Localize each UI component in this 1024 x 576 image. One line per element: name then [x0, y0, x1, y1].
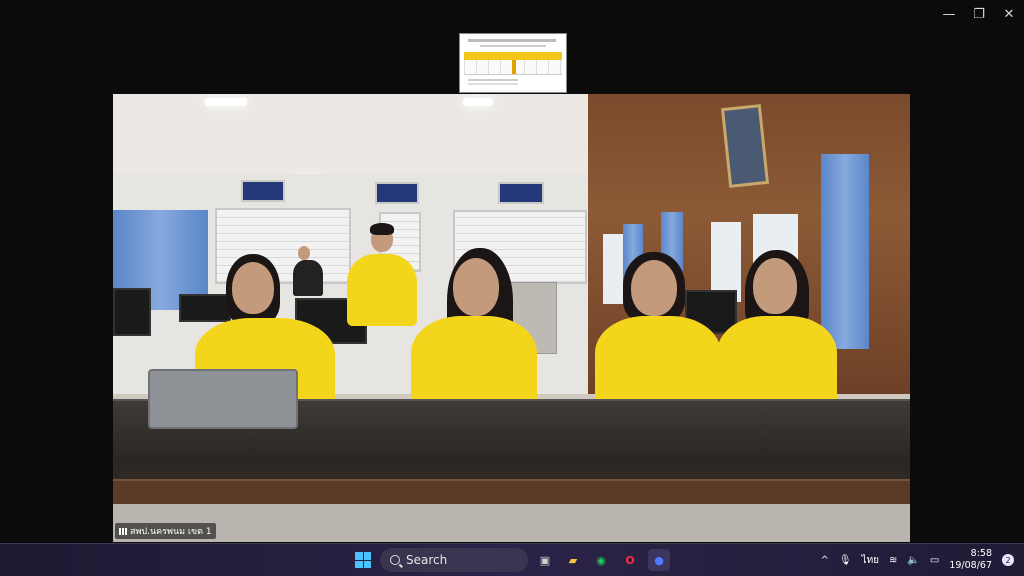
clock-date: 19/08/67	[949, 560, 992, 571]
window	[603, 234, 623, 304]
main-video-feed[interactable]: สพป.นครพนม เขต 1	[113, 94, 910, 542]
curtain	[821, 154, 869, 349]
system-tray: ^ 🎙 ไทย ≋ 🔈 ▭ 8:58 19/08/67 2	[820, 544, 1024, 576]
taskbar: Search ▣ ▰ ◉ O ● ^ 🎙 ไทย ≋ 🔈 ▭ 8:58 19/0…	[0, 543, 1024, 576]
window-controls: — ❐ ✕	[934, 0, 1024, 28]
floor-foreground	[113, 504, 910, 542]
input-language[interactable]: ไทย	[862, 553, 879, 568]
search-box[interactable]: Search	[380, 548, 528, 572]
wifi-icon[interactable]: ≋	[889, 555, 897, 566]
volume-icon[interactable]: 🔈	[907, 555, 919, 566]
wall-plaque	[375, 182, 419, 204]
file-explorer-icon[interactable]: ▰	[562, 549, 584, 571]
task-view-icon[interactable]: ▣	[534, 549, 556, 571]
search-label: Search	[406, 553, 448, 567]
opera-browser-icon[interactable]: O	[619, 549, 641, 571]
meeting-app-icon[interactable]: ●	[648, 549, 670, 571]
line-app-icon[interactable]: ◉	[590, 549, 612, 571]
table-highlight-column	[512, 60, 516, 74]
computer-monitor	[179, 294, 231, 322]
participant-name: สพป.นครพนม เขต 1	[130, 527, 212, 537]
search-icon	[390, 555, 400, 565]
wall-plaque	[498, 182, 544, 204]
table-header-row	[464, 52, 562, 60]
laptop	[148, 369, 298, 429]
document-title-line	[468, 39, 556, 42]
clock-time: 8:58	[970, 548, 992, 559]
wall-plaque	[241, 180, 285, 202]
close-button[interactable]: ✕	[994, 0, 1024, 28]
shared-screen-thumbnail[interactable]	[459, 33, 567, 93]
notification-badge[interactable]: 2	[1002, 554, 1014, 566]
show-hidden-icons-chevron-icon[interactable]: ^	[820, 555, 828, 566]
minimize-button[interactable]: —	[934, 0, 964, 28]
clock[interactable]: 8:58 19/08/67	[949, 548, 992, 572]
document-subtitle-line	[480, 45, 546, 47]
table-edge	[113, 479, 910, 505]
signal-strength-icon	[119, 527, 127, 535]
ceiling-lamp	[463, 98, 493, 106]
participant-name-tag: สพป.นครพนม เขต 1	[115, 523, 216, 539]
windows-start-icon[interactable]	[355, 552, 371, 568]
royal-portrait	[720, 104, 770, 188]
document-text-lines	[468, 79, 518, 81]
restore-button[interactable]: ❐	[964, 0, 994, 28]
computer-monitor	[113, 288, 151, 336]
battery-icon[interactable]: ▭	[930, 555, 939, 566]
microphone-icon[interactable]: 🎙	[839, 555, 852, 566]
ceiling-lamp	[205, 98, 247, 106]
